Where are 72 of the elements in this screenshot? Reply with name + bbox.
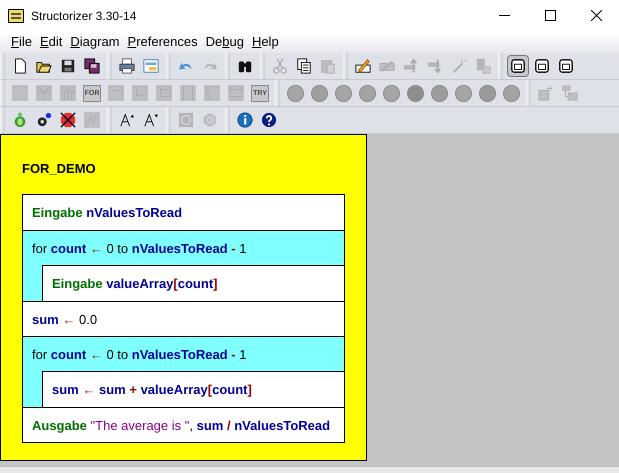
toolbar-button[interactable] xyxy=(507,55,529,77)
statement-text: Eingabe nValuesToRead xyxy=(32,206,182,219)
font-smaller-icon xyxy=(143,112,159,128)
toolbar-grip[interactable] xyxy=(225,107,230,133)
pencil-icon xyxy=(355,58,371,74)
shape-icon xyxy=(178,112,194,128)
toolbar-grip[interactable] xyxy=(166,107,171,133)
window-icon xyxy=(534,58,550,74)
close-icon xyxy=(590,10,602,21)
app-icon xyxy=(8,8,24,22)
endless-loop-icon xyxy=(156,85,172,101)
case-block-icon xyxy=(60,85,76,101)
maximize-icon xyxy=(544,10,556,21)
turtle-icon xyxy=(12,112,28,128)
toolbar-grip[interactable] xyxy=(107,53,112,79)
toolbar-grip[interactable] xyxy=(498,53,503,79)
magic-wand-icon xyxy=(451,58,467,74)
move-down-icon xyxy=(427,58,443,74)
printer-icon xyxy=(119,58,135,74)
statement-text: sum ← sum + valueArray[count] xyxy=(52,383,252,396)
menu-item[interactable]: Edit xyxy=(36,32,66,52)
toolbar-grip[interactable] xyxy=(0,53,5,79)
window-icon xyxy=(510,58,526,74)
help-icon xyxy=(261,112,277,128)
info-icon xyxy=(237,112,253,128)
call-block-icon xyxy=(180,85,196,101)
toolbar-grip[interactable] xyxy=(260,53,265,79)
parallel-block-icon xyxy=(228,85,244,101)
stop-sign-icon xyxy=(60,112,76,128)
toolbar-grip[interactable] xyxy=(166,53,171,79)
repeat-block-icon xyxy=(132,85,148,101)
collapse-icon xyxy=(475,58,491,74)
delete-icon xyxy=(379,58,395,74)
toolbar-grip[interactable] xyxy=(526,80,531,106)
window-icon xyxy=(558,58,574,74)
toolbar-grip[interactable] xyxy=(0,107,5,133)
statement-text: sum ← 0.0 xyxy=(32,312,98,326)
floppy-disks-icon xyxy=(84,58,100,74)
menu-item[interactable]: Preferences xyxy=(124,32,201,52)
move-up-icon xyxy=(403,58,419,74)
scissors-icon xyxy=(272,58,288,74)
minimize-icon xyxy=(498,15,510,16)
statement-text: Ausgabe "The average is ", sum / nValuesToRead xyxy=(32,418,330,432)
statement-text: for count ← 0 to nValuesToRead - 1 xyxy=(32,348,246,360)
while-block-icon xyxy=(108,85,124,101)
menu-item[interactable]: Debug xyxy=(202,32,247,52)
new-file-icon xyxy=(12,58,28,74)
subroutine-icon xyxy=(562,85,578,101)
hexagon-icon xyxy=(202,112,218,128)
outsource-icon xyxy=(538,85,554,101)
menu-item[interactable]: File xyxy=(8,32,35,52)
toolbar-grip[interactable] xyxy=(0,80,5,106)
toolbar-grip[interactable] xyxy=(225,53,230,79)
copy-icon xyxy=(296,58,312,74)
toolbar-grip[interactable] xyxy=(275,80,280,106)
instruction-block-icon xyxy=(12,85,28,101)
chart-icon xyxy=(84,112,100,128)
picture-icon xyxy=(143,58,159,74)
menu-item[interactable]: Diagram xyxy=(67,32,123,52)
toolbar-grip[interactable] xyxy=(107,107,112,133)
alternative-block-icon xyxy=(36,85,52,101)
statement-text: for count ← 0 to nValuesToRead - 1 xyxy=(32,242,246,254)
clipboard-icon xyxy=(320,58,336,74)
toolbar-grip[interactable] xyxy=(343,53,348,79)
statement-text: Eingabe valueArray[count] xyxy=(52,277,218,290)
window-title: Structorizer 3.30-14 xyxy=(31,8,136,24)
jump-block-icon xyxy=(204,85,220,101)
horizontal-scrollbar[interactable] xyxy=(0,466,619,473)
gears-icon xyxy=(36,112,52,128)
diagram-title: FOR_DEMO xyxy=(22,160,96,178)
menu-item[interactable]: Help xyxy=(248,32,282,52)
font-larger-icon xyxy=(119,112,135,128)
